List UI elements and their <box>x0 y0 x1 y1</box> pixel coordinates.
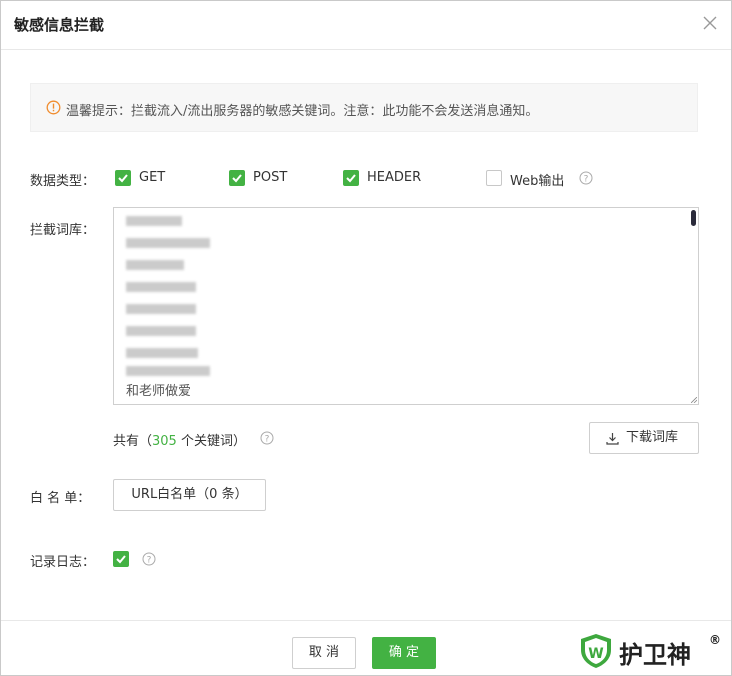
svg-text:W: W <box>588 646 603 662</box>
checkbox-web-output-label[interactable]: Web输出 <box>510 170 564 189</box>
shield-logo-icon: W <box>581 634 611 668</box>
checkbox-get-label[interactable]: GET <box>139 170 165 185</box>
download-lexicon-label: 下载词库 <box>625 430 678 445</box>
help-icon[interactable]: ? <box>142 552 156 566</box>
checkbox-header-label[interactable]: HEADER <box>367 170 421 185</box>
lexicon-textarea[interactable]: 和老师做爱 <box>113 207 699 405</box>
tip-text: 温馨提示：拦截流入/流出服务器的敏感关键词。注意：此功能不会发送消息通知。 <box>66 104 539 119</box>
checkbox-header[interactable] <box>343 170 359 186</box>
url-whitelist-button[interactable]: URL白名单（0 条） <box>113 479 266 511</box>
data-type-label: 数据类型： <box>30 174 96 189</box>
close-icon[interactable] <box>703 16 717 30</box>
lexicon-label: 拦截词库： <box>30 223 96 238</box>
brand-registered-mark: ® <box>709 633 721 647</box>
checkbox-web-output[interactable] <box>486 170 502 186</box>
checkbox-post[interactable] <box>229 170 245 186</box>
confirm-button[interactable]: 确 定 <box>372 637 436 669</box>
help-icon[interactable]: ? <box>260 431 274 445</box>
resize-grip-icon[interactable] <box>691 397 697 403</box>
checkbox-post-label[interactable]: POST <box>253 170 287 185</box>
dialog-title: 敏感信息拦截 <box>14 16 105 34</box>
sensitive-info-dialog: 敏感信息拦截 温馨提示：拦截流入/流出服务器的敏感关键词。注意：此功能不会发送消… <box>0 0 732 676</box>
dialog-header: 敏感信息拦截 <box>1 1 731 50</box>
help-icon[interactable]: ? <box>579 171 593 185</box>
svg-text:?: ? <box>265 435 270 445</box>
whitelist-label: 白 名 单： <box>30 491 91 506</box>
keyword-count: 共有（305 个关键词） <box>113 434 246 449</box>
log-label: 记录日志： <box>30 555 96 570</box>
tip-box: 温馨提示：拦截流入/流出服务器的敏感关键词。注意：此功能不会发送消息通知。 <box>30 83 698 132</box>
lexicon-last-line: 和老师做爱 <box>126 384 192 399</box>
svg-text:?: ? <box>147 556 152 566</box>
textarea-scrollbar[interactable] <box>691 210 696 226</box>
svg-text:?: ? <box>584 175 589 185</box>
cancel-button[interactable]: 取 消 <box>292 637 356 669</box>
checkbox-get[interactable] <box>115 170 131 186</box>
brand-logo: W 护卫神 ® <box>579 633 721 669</box>
brand-name: 护卫神 <box>619 641 691 669</box>
info-circle-icon <box>46 100 61 115</box>
download-lexicon-button[interactable]: 下载词库 <box>589 422 699 454</box>
checkbox-record-log[interactable] <box>113 551 129 567</box>
download-icon <box>606 433 619 445</box>
